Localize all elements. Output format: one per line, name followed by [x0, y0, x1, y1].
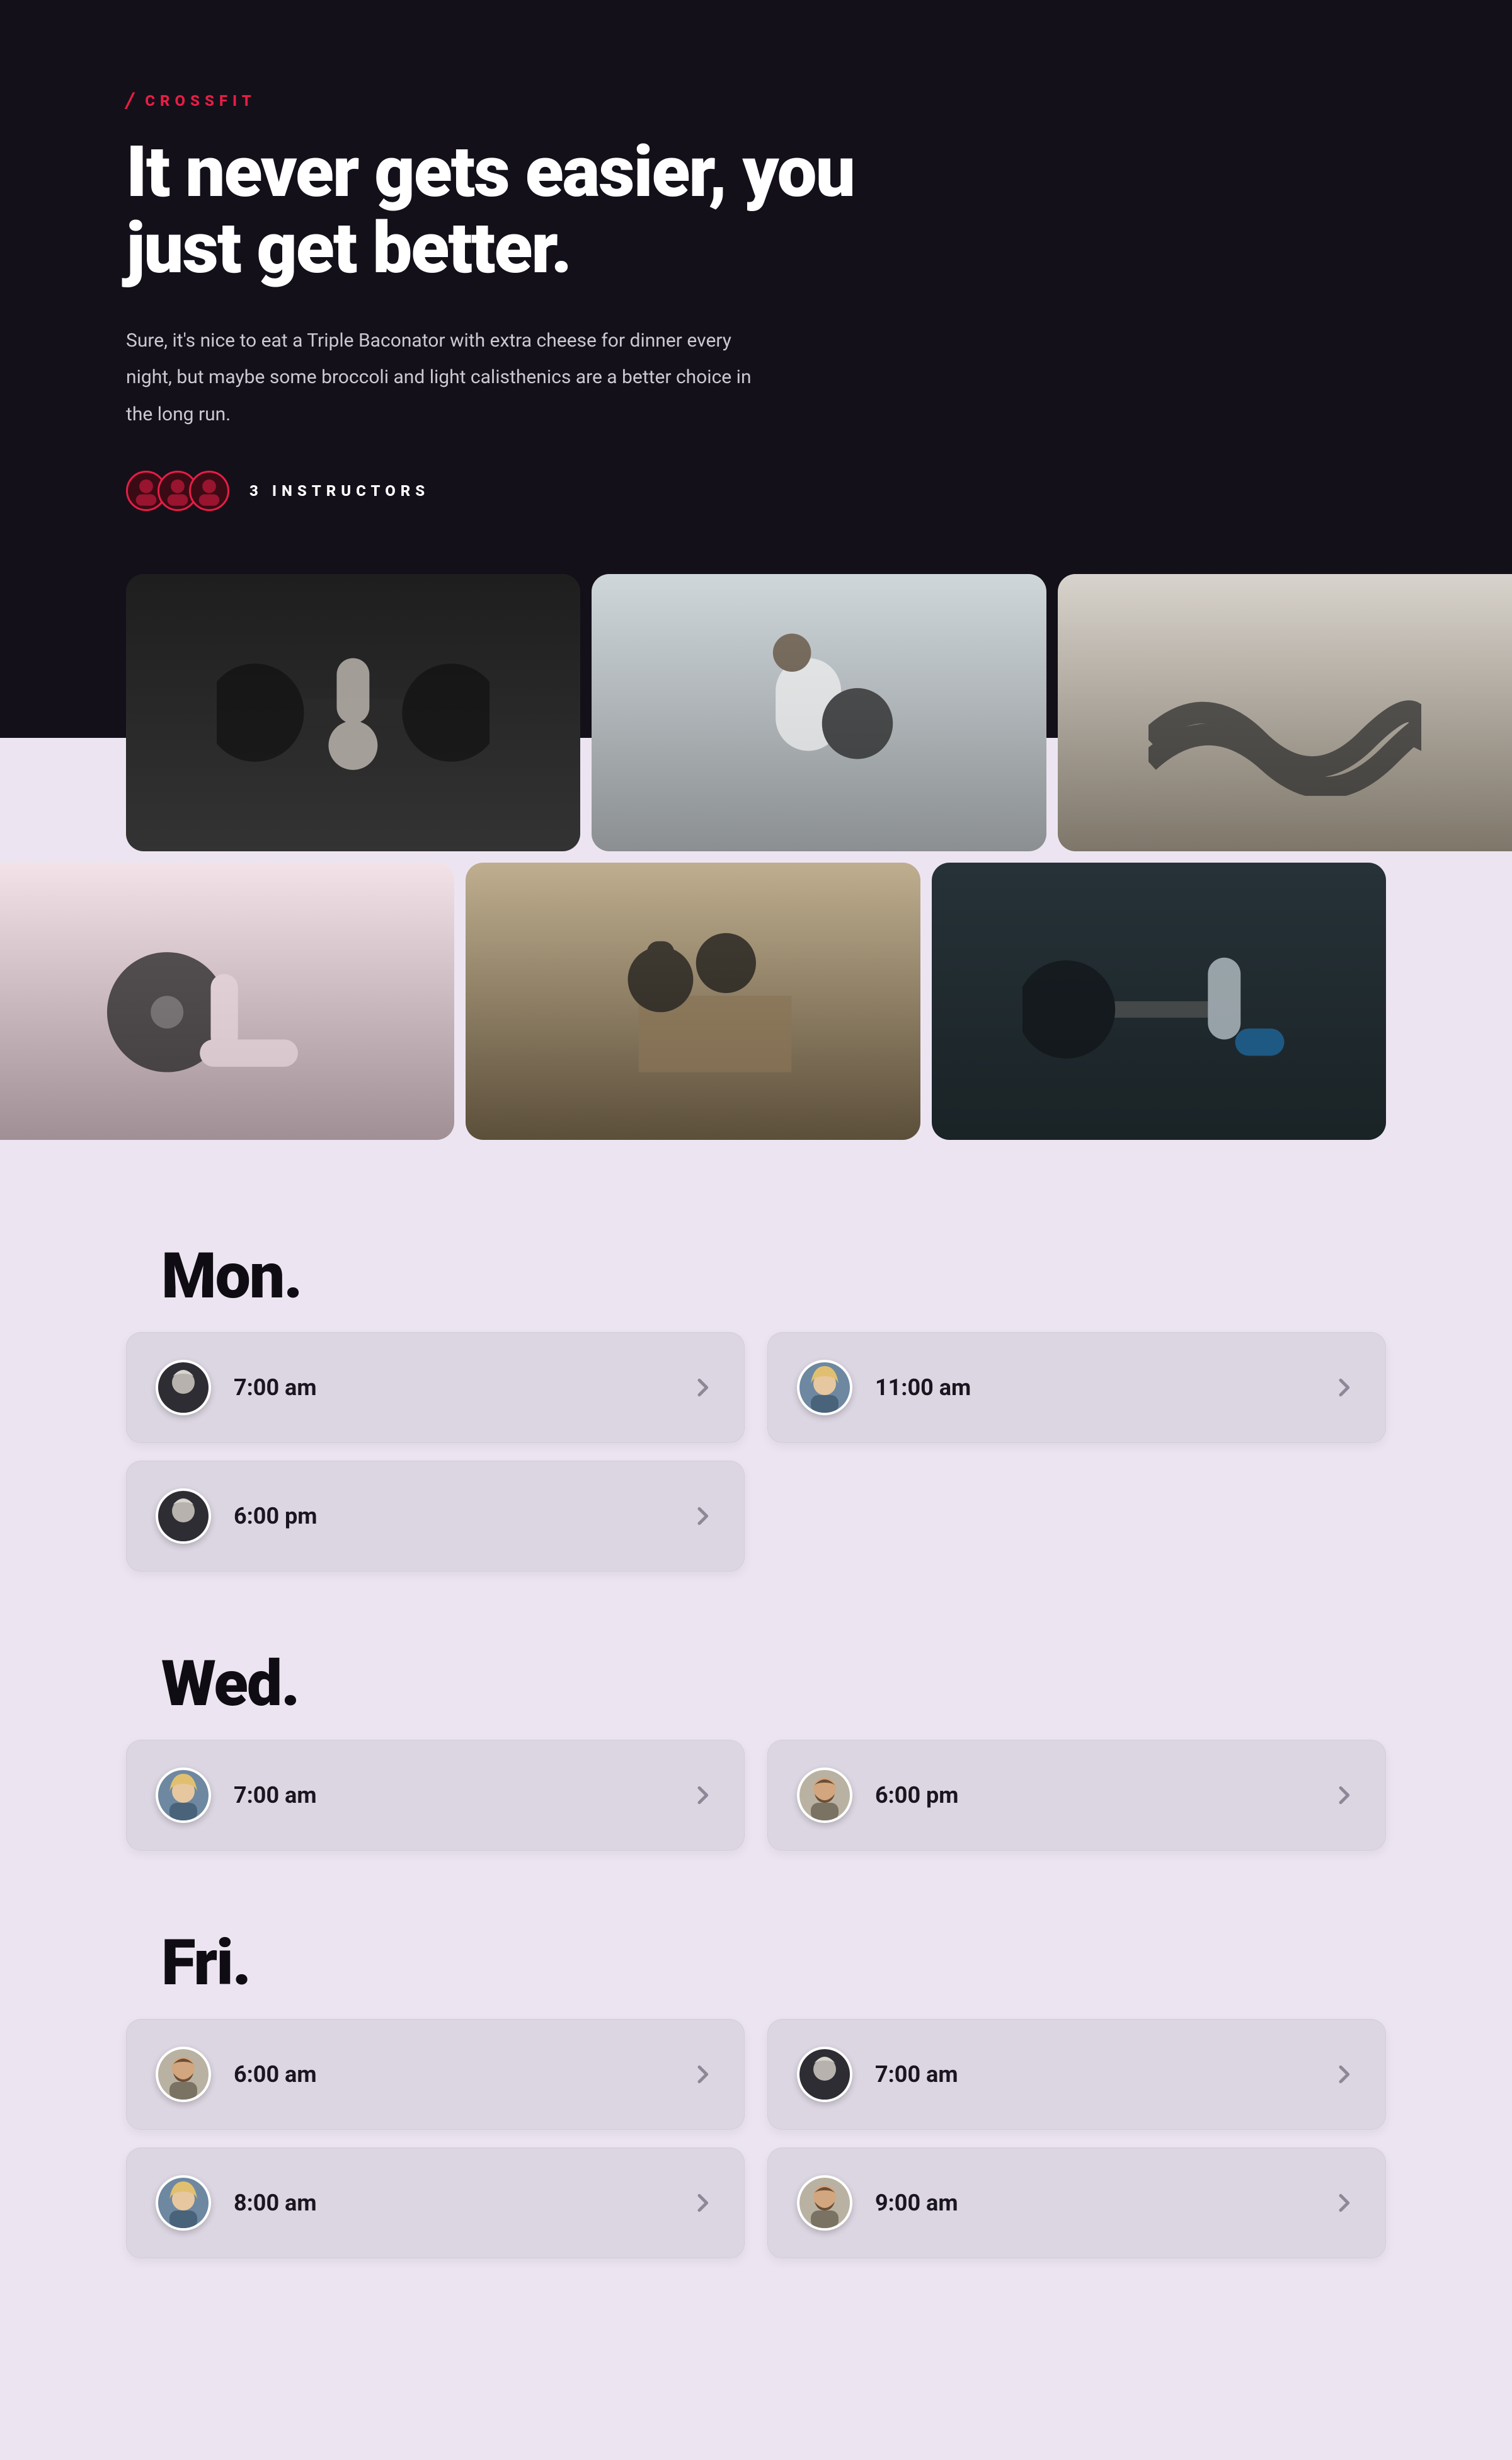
chevron-right-icon: [690, 2190, 715, 2216]
schedule: Mon. 7:00 am 11:00 am: [0, 1151, 1512, 2460]
instructor-avatar: [156, 2175, 211, 2231]
day-block-fri: Fri. 6:00 am 7:00 am: [126, 1926, 1386, 2258]
gym-photo-barbell-back: [126, 574, 580, 851]
slot-grid: 7:00 am 6:00 pm: [126, 1740, 1386, 1851]
class-slot[interactable]: 6:00 am: [126, 2019, 745, 2130]
class-time: 7:00 am: [875, 2061, 1331, 2088]
instructors-count-label: 3 INSTRUCTORS: [249, 482, 430, 500]
instructor-avatar: [797, 1360, 852, 1415]
instructor-avatar: [797, 2047, 852, 2102]
chevron-right-icon: [690, 1783, 715, 1808]
class-slot[interactable]: 7:00 am: [126, 1332, 745, 1443]
instructor-avatar: [797, 2175, 852, 2231]
instructor-avatar: [156, 1360, 211, 1415]
day-title: Wed.: [161, 1647, 1386, 1721]
gym-photo-weight-plates: [0, 863, 454, 1140]
eyebrow-label: CROSSFIT: [145, 92, 256, 110]
photo-placeholder-icon: [0, 863, 454, 1140]
class-slot[interactable]: 7:00 am: [767, 2019, 1386, 2130]
photo-placeholder-icon: [126, 574, 580, 851]
gallery-row-2: [0, 863, 1512, 1140]
hero-description: Sure, it's nice to eat a Triple Baconato…: [126, 323, 762, 434]
class-time: 7:00 am: [234, 1782, 690, 1808]
instructor-avatar: [156, 2047, 211, 2102]
gym-photo-kettlebell-box: [466, 863, 920, 1140]
eyebrow-slash-icon: /: [126, 88, 134, 113]
chevron-right-icon: [1331, 2062, 1356, 2087]
chevron-right-icon: [690, 1503, 715, 1529]
instructor-avatar-stack: [126, 471, 229, 511]
class-time: 6:00 pm: [234, 1503, 690, 1529]
day-title: Mon.: [161, 1239, 1386, 1313]
instructor-avatar: [156, 1767, 211, 1823]
class-time: 11:00 am: [875, 1374, 1331, 1401]
gallery-row-1: [0, 574, 1512, 851]
instructor-avatar: [797, 1767, 852, 1823]
class-slot[interactable]: 8:00 am: [126, 2147, 745, 2258]
class-time: 9:00 am: [875, 2190, 1331, 2216]
chevron-right-icon: [690, 1375, 715, 1400]
gym-photo-medicine-ball: [592, 574, 1046, 851]
day-title: Fri.: [161, 1926, 1386, 2000]
hero-eyebrow: / CROSSFIT: [126, 88, 1386, 113]
slot-grid: 7:00 am 11:00 am 6:00 pm: [126, 1332, 1386, 1572]
day-block-mon: Mon. 7:00 am 11:00 am: [126, 1239, 1386, 1572]
gallery: [0, 574, 1512, 1140]
chevron-right-icon: [1331, 2190, 1356, 2216]
slot-grid: 6:00 am 7:00 am 8:00 am: [126, 2019, 1386, 2258]
class-time: 8:00 am: [234, 2190, 690, 2216]
photo-placeholder-icon: [466, 863, 920, 1140]
chevron-right-icon: [1331, 1375, 1356, 1400]
gym-photo-deadlift: [932, 863, 1386, 1140]
hero-title: It never gets easier, you just get bette…: [126, 135, 945, 287]
photo-placeholder-icon: [592, 574, 1046, 851]
day-block-wed: Wed. 7:00 am 6:00 pm: [126, 1647, 1386, 1851]
class-slot[interactable]: 11:00 am: [767, 1332, 1386, 1443]
class-slot[interactable]: 9:00 am: [767, 2147, 1386, 2258]
class-slot[interactable]: 6:00 pm: [126, 1461, 745, 1572]
class-slot[interactable]: 7:00 am: [126, 1740, 745, 1851]
class-time: 6:00 am: [234, 2061, 690, 2088]
photo-placeholder-icon: [932, 863, 1386, 1140]
photo-placeholder-icon: [1058, 574, 1512, 851]
class-slot[interactable]: 6:00 pm: [767, 1740, 1386, 1851]
class-time: 6:00 pm: [875, 1782, 1331, 1808]
gym-photo-battle-ropes: [1058, 574, 1512, 851]
class-time: 7:00 am: [234, 1374, 690, 1401]
instructor-avatar-3: [189, 471, 229, 511]
chevron-right-icon: [1331, 1783, 1356, 1808]
chevron-right-icon: [690, 2062, 715, 2087]
instructor-avatar: [156, 1488, 211, 1544]
instructors-row: 3 INSTRUCTORS: [126, 471, 1386, 511]
